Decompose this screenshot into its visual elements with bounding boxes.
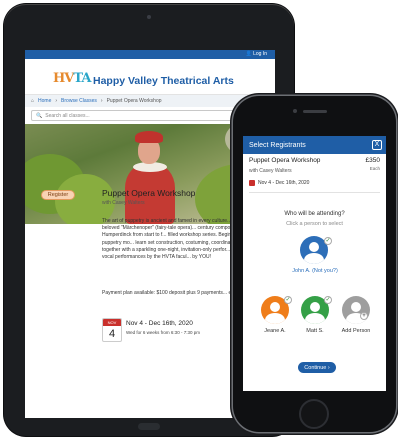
breadcrumb-separator: › (100, 98, 103, 104)
divider (249, 192, 380, 193)
site-logo[interactable]: HVTA (53, 71, 91, 86)
puppet-hat (135, 131, 163, 143)
phone-camera (293, 109, 297, 113)
person-body-icon (265, 313, 285, 324)
person-body-icon (304, 253, 324, 264)
login-link[interactable]: 👤 Log In (245, 51, 267, 57)
modal-header: Select Registrants X (243, 136, 386, 154)
chevron-right-icon: › (326, 364, 330, 371)
breadcrumb-browse[interactable]: Browse Classes (61, 98, 97, 104)
person-head-icon (309, 242, 319, 252)
calendar-month: NOV (103, 319, 121, 326)
course-price: £350 (365, 157, 380, 164)
continue-label: Continue (304, 364, 327, 371)
person-matt-name[interactable]: Matt S. (295, 328, 335, 334)
close-button[interactable]: X (372, 140, 382, 150)
person-body-icon (305, 313, 325, 324)
course-title: Puppet Opera Workshop (102, 188, 196, 198)
person-john-name[interactable]: John A. (Not you?) (288, 268, 342, 274)
phone-device: Select Registrants X Puppet Opera Worksh… (233, 96, 396, 432)
calendar-icon: NOV 4 (102, 318, 122, 342)
breadcrumb-current: Puppet Opera Workshop (106, 98, 162, 104)
check-icon: ✓ (324, 296, 332, 304)
calendar-icon (249, 180, 255, 186)
instructor-line: with Casey Walters (102, 200, 145, 206)
plus-icon: + (360, 312, 368, 320)
continue-button[interactable]: Continue › (298, 362, 336, 373)
person-head-icon (270, 302, 280, 312)
register-button[interactable]: Register (41, 190, 75, 200)
brand-name: Happy Valley Theatrical Arts (93, 75, 234, 87)
modal-dates-text: Nov 4 - Dec 16th, 2020 (258, 180, 310, 186)
course-schedule: Wed for 6 weeks from 6:30 - 7:30 pm (126, 330, 200, 335)
search-icon: 🔍 (36, 112, 43, 119)
calendar-day: 4 (108, 328, 116, 340)
modal-dates: Nov 4 - Dec 16th, 2020 (249, 180, 309, 186)
course-dates: Nov 4 - Dec 16th, 2020 (126, 320, 193, 327)
tablet-camera (147, 15, 151, 19)
modal-course-title: Puppet Opera Workshop (249, 157, 321, 164)
device-mockup: 👤 Log In HVTA Happy Valley Theatrical Ar… (0, 0, 398, 444)
check-icon: ✓ (284, 296, 292, 304)
add-person-avatar[interactable] (342, 296, 370, 324)
add-person-label[interactable]: Add Person (336, 328, 376, 334)
price-unit: Each (369, 166, 380, 171)
breadcrumb-separator: › (55, 98, 58, 104)
phone-home-button (299, 399, 329, 429)
person-jeane-name[interactable]: Jeane A. (255, 328, 295, 334)
search-placeholder: Search all classes... (45, 112, 90, 119)
attendance-hint: Click a person to select (286, 221, 343, 227)
selected-check-icon: ✓ (324, 237, 332, 245)
person-head-icon (351, 302, 361, 312)
breadcrumb-home[interactable]: Home (38, 98, 51, 104)
attendance-question: Who will be attending? (284, 211, 345, 217)
user-icon: 👤 (245, 51, 252, 57)
modal-instructor-line: with Casey Walters (249, 168, 292, 174)
site-header: HVTA Happy Valley Theatrical Arts (25, 59, 275, 95)
tablet-home-button (138, 423, 160, 430)
home-icon: ⌂ (31, 98, 35, 104)
phone-screen: Select Registrants X Puppet Opera Worksh… (243, 136, 386, 391)
modal-title: Select Registrants (249, 141, 306, 149)
phone-speaker (303, 110, 327, 113)
person-head-icon (310, 302, 320, 312)
top-bar: 👤 Log In (25, 50, 275, 59)
